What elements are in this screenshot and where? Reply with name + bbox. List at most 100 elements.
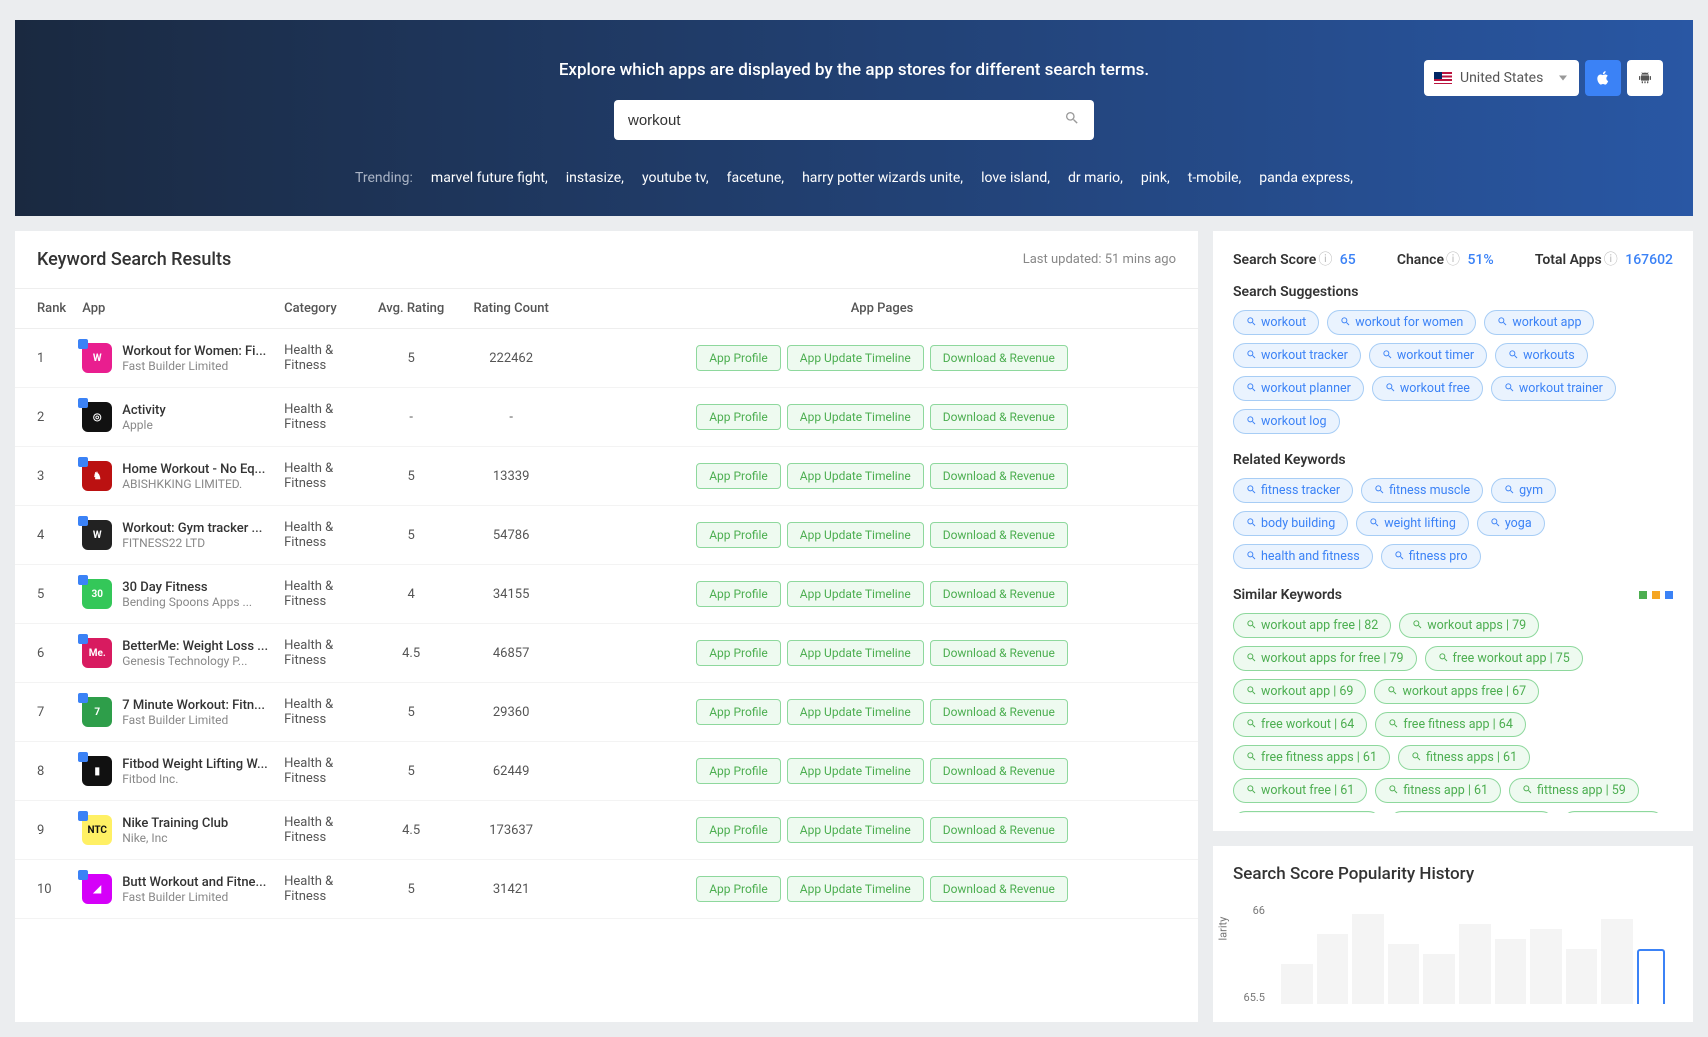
keyword-pill[interactable]: fitness apps | 61 bbox=[1398, 745, 1530, 770]
trending-item[interactable]: harry potter wizards unite, bbox=[802, 170, 963, 186]
keyword-pill[interactable]: free workout | 64 bbox=[1233, 712, 1367, 737]
keyword-pill[interactable]: workout log bbox=[1233, 409, 1340, 434]
keyword-pill[interactable]: fitness muscle bbox=[1361, 478, 1483, 503]
page-button[interactable]: Download & Revenue bbox=[930, 817, 1068, 843]
keyword-pill[interactable]: workout timer bbox=[1369, 343, 1487, 368]
trending-item[interactable]: youtube tv, bbox=[642, 170, 709, 186]
keyword-pill[interactable]: workout apps free | 67 bbox=[1374, 679, 1539, 704]
chance-value: 51% bbox=[1467, 252, 1493, 268]
page-button[interactable]: App Update Timeline bbox=[787, 404, 924, 430]
page-button[interactable]: App Update Timeline bbox=[787, 640, 924, 666]
keyword-pill[interactable]: workout for women bbox=[1327, 310, 1476, 335]
keyword-pill[interactable]: fitness for men | 56 bbox=[1233, 811, 1381, 813]
page-button[interactable]: App Update Timeline bbox=[787, 699, 924, 725]
page-button[interactable]: App Update Timeline bbox=[787, 817, 924, 843]
page-button[interactable]: App Update Timeline bbox=[787, 758, 924, 784]
search-icon bbox=[1382, 349, 1393, 363]
help-icon[interactable]: ⓘ bbox=[1604, 252, 1618, 268]
app-name[interactable]: Activity bbox=[122, 403, 166, 418]
rank: 9 bbox=[15, 801, 74, 860]
page-button[interactable]: App Update Timeline bbox=[787, 522, 924, 548]
search-icon[interactable] bbox=[1064, 110, 1080, 130]
trending-item[interactable]: panda express, bbox=[1259, 170, 1353, 186]
app-name[interactable]: BetterMe: Weight Loss ... bbox=[122, 639, 268, 654]
app-name[interactable]: Workout for Women: Fi... bbox=[122, 344, 266, 359]
keyword-pill[interactable]: fittness app | 59 bbox=[1509, 778, 1639, 803]
keyword-pill[interactable]: weight lifting bbox=[1356, 511, 1469, 536]
keyword-pill[interactable]: fitness pro bbox=[1381, 544, 1481, 569]
search-icon bbox=[1246, 349, 1257, 363]
page-button[interactable]: Download & Revenue bbox=[930, 640, 1068, 666]
keyword-pill[interactable]: workout apps | 79 bbox=[1399, 613, 1539, 638]
keyword-pill[interactable]: health and fitness bbox=[1233, 544, 1373, 569]
page-button[interactable]: Download & Revenue bbox=[930, 876, 1068, 902]
page-button[interactable]: App Profile bbox=[696, 876, 781, 902]
page-button[interactable]: App Update Timeline bbox=[787, 876, 924, 902]
keyword-pill[interactable]: workout planner bbox=[1233, 376, 1364, 401]
search-box[interactable] bbox=[614, 100, 1094, 140]
keyword-pill[interactable]: workout bbox=[1233, 310, 1319, 335]
page-button[interactable]: App Profile bbox=[696, 463, 781, 489]
page-button[interactable]: App Profile bbox=[696, 345, 781, 371]
keyword-pill[interactable]: workout apps for free | 79 bbox=[1233, 646, 1417, 671]
keyword-pill[interactable]: workout app bbox=[1484, 310, 1594, 335]
search-input[interactable] bbox=[628, 112, 1064, 129]
country-select[interactable]: United States bbox=[1424, 60, 1579, 96]
keyword-pill[interactable]: free workout apps | 56 bbox=[1389, 811, 1554, 813]
keyword-pill[interactable]: wrkout | 54 bbox=[1562, 811, 1664, 813]
page-button[interactable]: Download & Revenue bbox=[930, 404, 1068, 430]
app-name[interactable]: 30 Day Fitness bbox=[122, 580, 252, 595]
keyword-pill[interactable]: workout app free | 82 bbox=[1233, 613, 1391, 638]
trending-item[interactable]: instasize, bbox=[566, 170, 624, 186]
page-button[interactable]: Download & Revenue bbox=[930, 581, 1068, 607]
keyword-pill[interactable]: yoga bbox=[1477, 511, 1545, 536]
page-button[interactable]: App Update Timeline bbox=[787, 345, 924, 371]
keyword-pill[interactable]: workouts bbox=[1495, 343, 1588, 368]
keyword-pill[interactable]: free fitness apps | 61 bbox=[1233, 745, 1390, 770]
trending-item[interactable]: love island, bbox=[981, 170, 1050, 186]
page-button[interactable]: App Profile bbox=[696, 404, 781, 430]
app-name[interactable]: Workout: Gym tracker ... bbox=[122, 521, 262, 536]
trending-item[interactable]: pink, bbox=[1141, 170, 1170, 186]
trending-item[interactable]: t-mobile, bbox=[1188, 170, 1242, 186]
app-name[interactable]: 7 Minute Workout: Fitn... bbox=[122, 698, 265, 713]
page-button[interactable]: Download & Revenue bbox=[930, 345, 1068, 371]
page-button[interactable]: App Profile bbox=[696, 640, 781, 666]
keyword-pill[interactable]: workout app | 69 bbox=[1233, 679, 1366, 704]
help-icon[interactable]: ⓘ bbox=[1318, 252, 1332, 268]
keyword-pill[interactable]: body building bbox=[1233, 511, 1348, 536]
page-button[interactable]: App Update Timeline bbox=[787, 581, 924, 607]
keyword-pill[interactable]: workout free bbox=[1372, 376, 1483, 401]
page-button[interactable]: Download & Revenue bbox=[930, 463, 1068, 489]
keyword-pill[interactable]: free workout app | 75 bbox=[1425, 646, 1583, 671]
platform-android-button[interactable] bbox=[1627, 60, 1663, 96]
trending-item[interactable]: dr mario, bbox=[1068, 170, 1123, 186]
page-button[interactable]: Download & Revenue bbox=[930, 758, 1068, 784]
page-button[interactable]: App Profile bbox=[696, 699, 781, 725]
similar-scroll[interactable]: workout app free | 82 workout apps | 79 wo… bbox=[1233, 613, 1673, 813]
page-button[interactable]: App Profile bbox=[696, 758, 781, 784]
trending-item[interactable]: facetune, bbox=[727, 170, 784, 186]
keyword-pill[interactable]: gym bbox=[1491, 478, 1556, 503]
page-button[interactable]: App Profile bbox=[696, 581, 781, 607]
page-button[interactable]: Download & Revenue bbox=[930, 699, 1068, 725]
app-name[interactable]: Butt Workout and Fitne... bbox=[122, 875, 266, 890]
y-tick: 65.5 bbox=[1244, 991, 1265, 1004]
page-button[interactable]: App Update Timeline bbox=[787, 463, 924, 489]
help-icon[interactable]: ⓘ bbox=[1446, 252, 1460, 268]
keyword-pill[interactable]: fitness app | 61 bbox=[1375, 778, 1501, 803]
page-button[interactable]: Download & Revenue bbox=[930, 522, 1068, 548]
app-name[interactable]: Nike Training Club bbox=[122, 816, 228, 831]
page-button[interactable]: App Profile bbox=[696, 817, 781, 843]
trending-item[interactable]: marvel future fight, bbox=[431, 170, 548, 186]
keyword-pill[interactable]: workout tracker bbox=[1233, 343, 1361, 368]
keyword-pill[interactable]: workout trainer bbox=[1491, 376, 1616, 401]
keyword-pill[interactable]: fitness tracker bbox=[1233, 478, 1353, 503]
app-name[interactable]: Fitbod Weight Lifting W... bbox=[122, 757, 268, 772]
keyword-pill[interactable]: workout free | 61 bbox=[1233, 778, 1367, 803]
app-icon: ▮ bbox=[82, 756, 112, 786]
app-name[interactable]: Home Workout - No Eq... bbox=[122, 462, 265, 477]
page-button[interactable]: App Profile bbox=[696, 522, 781, 548]
platform-ios-button[interactable] bbox=[1585, 60, 1621, 96]
keyword-pill[interactable]: free fitness app | 64 bbox=[1375, 712, 1526, 737]
